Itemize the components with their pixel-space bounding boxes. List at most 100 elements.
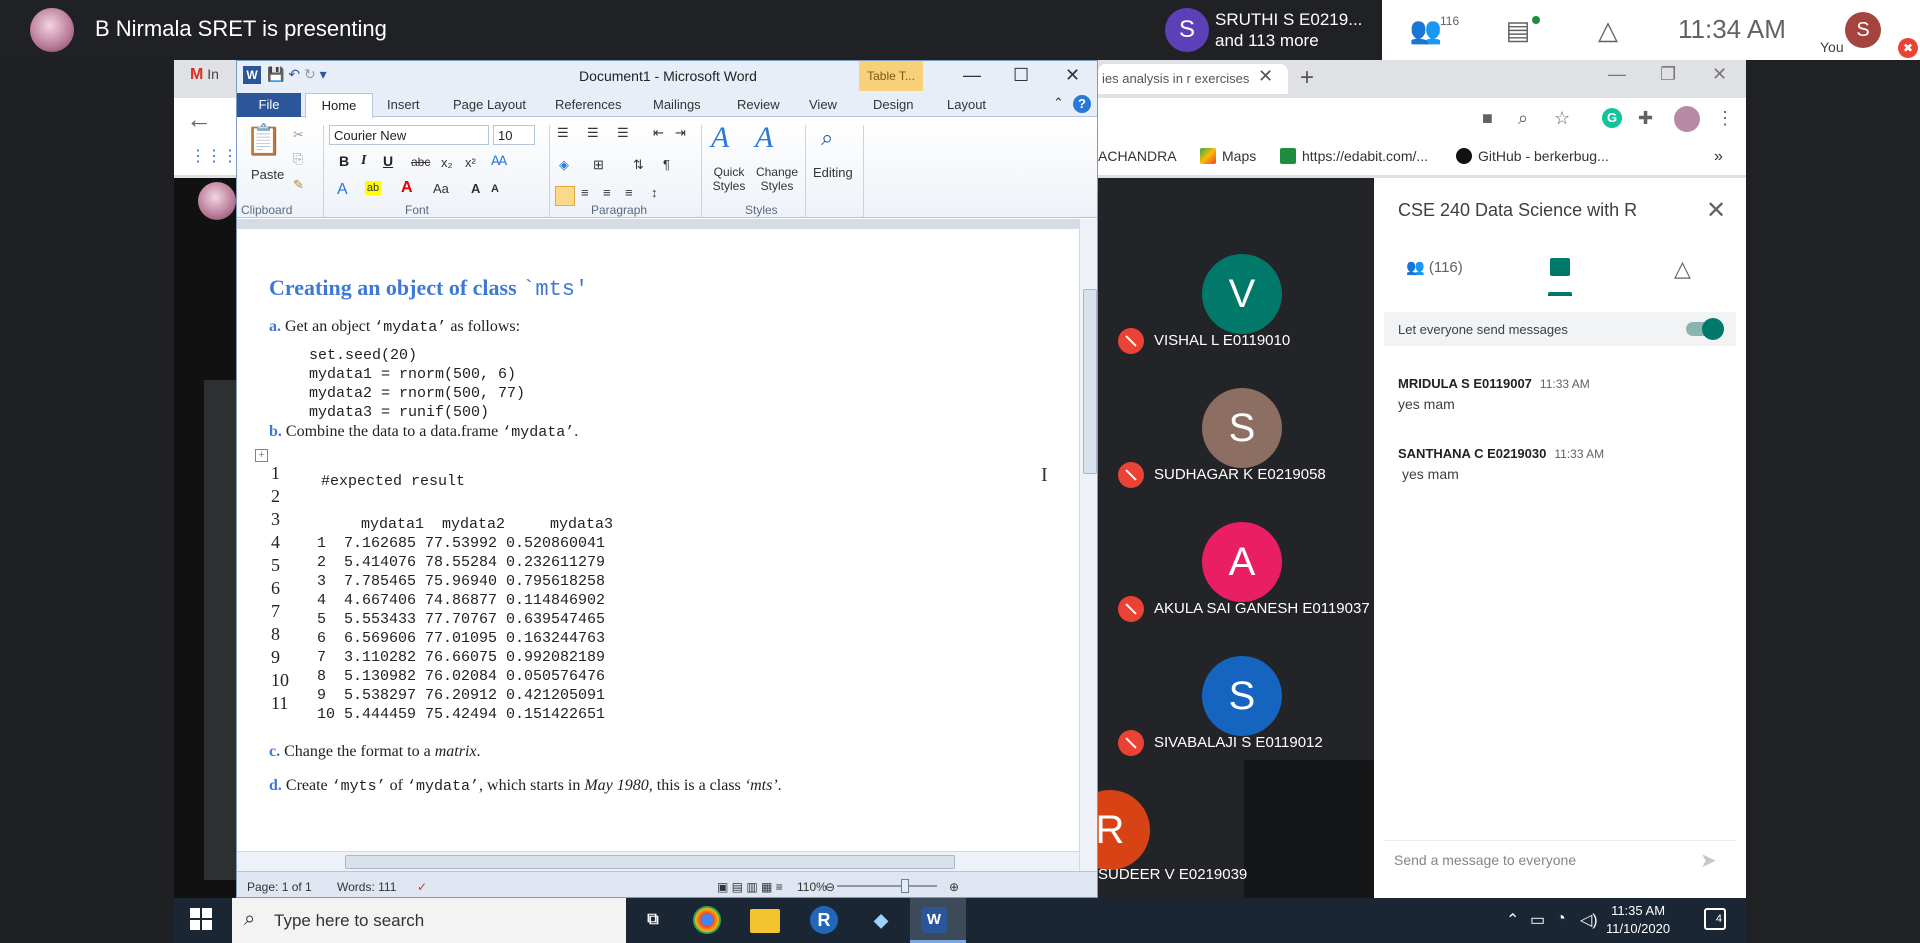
font-size-select[interactable]: 10 <box>493 125 535 145</box>
bold-button[interactable]: B <box>339 153 349 169</box>
notes-app-icon[interactable]: ◆ <box>864 903 898 937</box>
shrink-font-icon[interactable]: A <box>491 183 499 195</box>
table-tools-tab[interactable]: Table T... <box>859 61 923 91</box>
align-left-button[interactable] <box>555 186 575 206</box>
side-panel-close-icon[interactable]: ✕ <box>1706 196 1726 225</box>
italic-button[interactable]: I <box>361 153 366 169</box>
file-explorer-icon[interactable] <box>750 909 780 933</box>
chrome-profile-avatar[interactable] <box>1674 106 1700 132</box>
paste-button[interactable]: Paste <box>251 167 284 182</box>
zoom-slider[interactable] <box>837 885 937 887</box>
word-count[interactable]: Words: 111 <box>337 880 396 894</box>
chrome-tab-close-icon[interactable]: ✕ <box>1258 66 1273 87</box>
strikethrough-button[interactable]: abc <box>411 155 430 169</box>
cut-icon[interactable]: ✂ <box>293 127 304 143</box>
change-case-icon[interactable]: Aa <box>433 181 449 196</box>
bookmark-item[interactable]: ACHANDRA <box>1098 148 1177 164</box>
text-effects-icon[interactable]: A <box>337 181 348 199</box>
participant-chip-text[interactable]: SRUTHI S E0219... and 113 more <box>1215 9 1362 51</box>
ribbon-collapse-icon[interactable]: ⌃ <box>1053 95 1064 111</box>
chrome-new-tab-button[interactable]: + <box>1300 64 1314 92</box>
chrome-back-icon[interactable]: ← <box>186 104 212 135</box>
tab-layout[interactable]: Layout <box>947 97 986 112</box>
view-buttons[interactable]: ▣ ▤ ▥ ▦ ≡ <box>717 880 783 894</box>
tab-mailings[interactable]: Mailings <box>653 97 701 112</box>
tab-insert[interactable]: Insert <box>387 97 420 112</box>
word-close-icon[interactable]: ✕ <box>1065 65 1080 86</box>
change-styles-icon[interactable]: A <box>755 121 773 155</box>
chrome-taskbar-icon[interactable] <box>693 906 721 934</box>
quick-styles-button[interactable]: Quick Styles <box>707 165 751 193</box>
format-painter-icon[interactable]: ✎ <box>293 177 304 193</box>
numbering-icon[interactable]: ☰ <box>587 125 599 141</box>
windows-start-icon[interactable] <box>190 908 214 932</box>
find-icon[interactable]: ⌕ <box>821 125 833 151</box>
send-messages-toggle-knob[interactable] <box>1702 318 1724 340</box>
battery-icon[interactable]: ▭ <box>1530 910 1545 930</box>
task-view-icon[interactable]: ⧉ <box>636 903 670 937</box>
word-maximize-icon[interactable]: ☐ <box>1013 65 1029 86</box>
volume-icon[interactable]: ◁) <box>1580 910 1598 930</box>
zoom-in-icon[interactable]: ⊕ <box>949 880 959 894</box>
zoom-out-icon[interactable]: ⊖ <box>825 880 835 894</box>
table-move-handle[interactable]: + <box>255 449 268 462</box>
tab-references[interactable]: References <box>555 97 621 112</box>
send-icon[interactable]: ➤ <box>1700 848 1717 873</box>
editing-button[interactable]: Editing <box>813 165 853 180</box>
change-styles-button[interactable]: Change Styles <box>751 165 803 193</box>
multilevel-list-icon[interactable]: ☰ <box>617 125 629 141</box>
grow-font-icon[interactable]: A <box>471 181 480 196</box>
bookmark-star-icon[interactable]: ☆ <box>1554 108 1570 129</box>
word-minimize-icon[interactable]: — <box>963 65 981 86</box>
people-tab[interactable]: 👥 (116) <box>1406 258 1463 276</box>
bookmarks-more-icon[interactable]: » <box>1714 148 1723 166</box>
activities-icon[interactable]: △ <box>1590 12 1626 48</box>
highlight-icon[interactable]: ab <box>365 181 381 195</box>
chrome-minimize-icon[interactable]: — <box>1608 64 1626 85</box>
chat-input[interactable]: Send a message to everyone <box>1394 852 1576 868</box>
increase-indent-icon[interactable]: ⇥ <box>675 125 686 141</box>
clear-formatting-icon[interactable]: Ꜳ <box>491 153 507 169</box>
tab-design[interactable]: Design <box>873 97 913 112</box>
taskbar-search-input[interactable]: Type here to search <box>274 911 424 931</box>
chrome-restore-icon[interactable]: ❐ <box>1660 64 1676 85</box>
extensions-icon[interactable]: ✚ <box>1638 108 1653 129</box>
chrome-menu-icon[interactable]: ⋮ <box>1716 108 1734 129</box>
zoom-icon[interactable]: ⌕ <box>1518 108 1528 129</box>
tray-expand-icon[interactable]: ⌃ <box>1506 910 1519 930</box>
zoom-slider-knob[interactable] <box>901 879 909 893</box>
bookmark-maps[interactable]: Maps <box>1200 148 1256 164</box>
underline-button[interactable]: U <box>383 153 393 169</box>
r-app-icon[interactable]: R <box>810 906 838 934</box>
align-center-icon[interactable]: ≡ <box>581 185 589 200</box>
shading-icon[interactable]: ◈ <box>559 157 569 173</box>
camera-icon[interactable]: ■ <box>1482 108 1493 129</box>
tab-home[interactable]: Home <box>305 93 373 118</box>
justify-icon[interactable]: ≡ <box>625 185 633 200</box>
vertical-scrollbar[interactable] <box>1079 219 1097 871</box>
align-right-icon[interactable]: ≡ <box>603 185 611 200</box>
sort-icon[interactable]: ⇅ <box>633 157 644 173</box>
font-name-select[interactable]: Courier New <box>329 125 489 145</box>
bookmark-github[interactable]: GitHub - berkerbug... <box>1456 148 1609 164</box>
chat-icon[interactable]: ▤ <box>1500 12 1536 48</box>
zoom-level[interactable]: 110% <box>797 880 827 894</box>
subscript-button[interactable]: x₂ <box>441 155 453 170</box>
bookmark-edabit[interactable]: https://edabit.com/... <box>1280 148 1428 164</box>
help-icon[interactable]: ? <box>1073 95 1091 113</box>
copy-icon[interactable]: ⎘ <box>293 151 303 167</box>
tab-file[interactable]: File <box>237 93 301 117</box>
page-count[interactable]: Page: 1 of 1 <box>247 880 312 894</box>
chat-tab-icon[interactable] <box>1550 258 1570 276</box>
network-icon[interactable]: ◔ <box>1556 910 1566 928</box>
decrease-indent-icon[interactable]: ⇤ <box>653 125 664 141</box>
proofing-icon[interactable]: ✓ <box>417 880 427 894</box>
tab-review[interactable]: Review <box>737 97 780 112</box>
horizontal-scroll-thumb[interactable] <box>345 855 955 869</box>
horizontal-scrollbar[interactable] <box>237 851 1079 871</box>
activities-tab-icon[interactable]: △ <box>1674 256 1691 282</box>
self-avatar[interactable]: S <box>1845 12 1881 48</box>
bullets-icon[interactable]: ☰ <box>557 125 569 141</box>
superscript-button[interactable]: x² <box>465 155 476 170</box>
borders-icon[interactable]: ⊞ <box>593 157 604 173</box>
